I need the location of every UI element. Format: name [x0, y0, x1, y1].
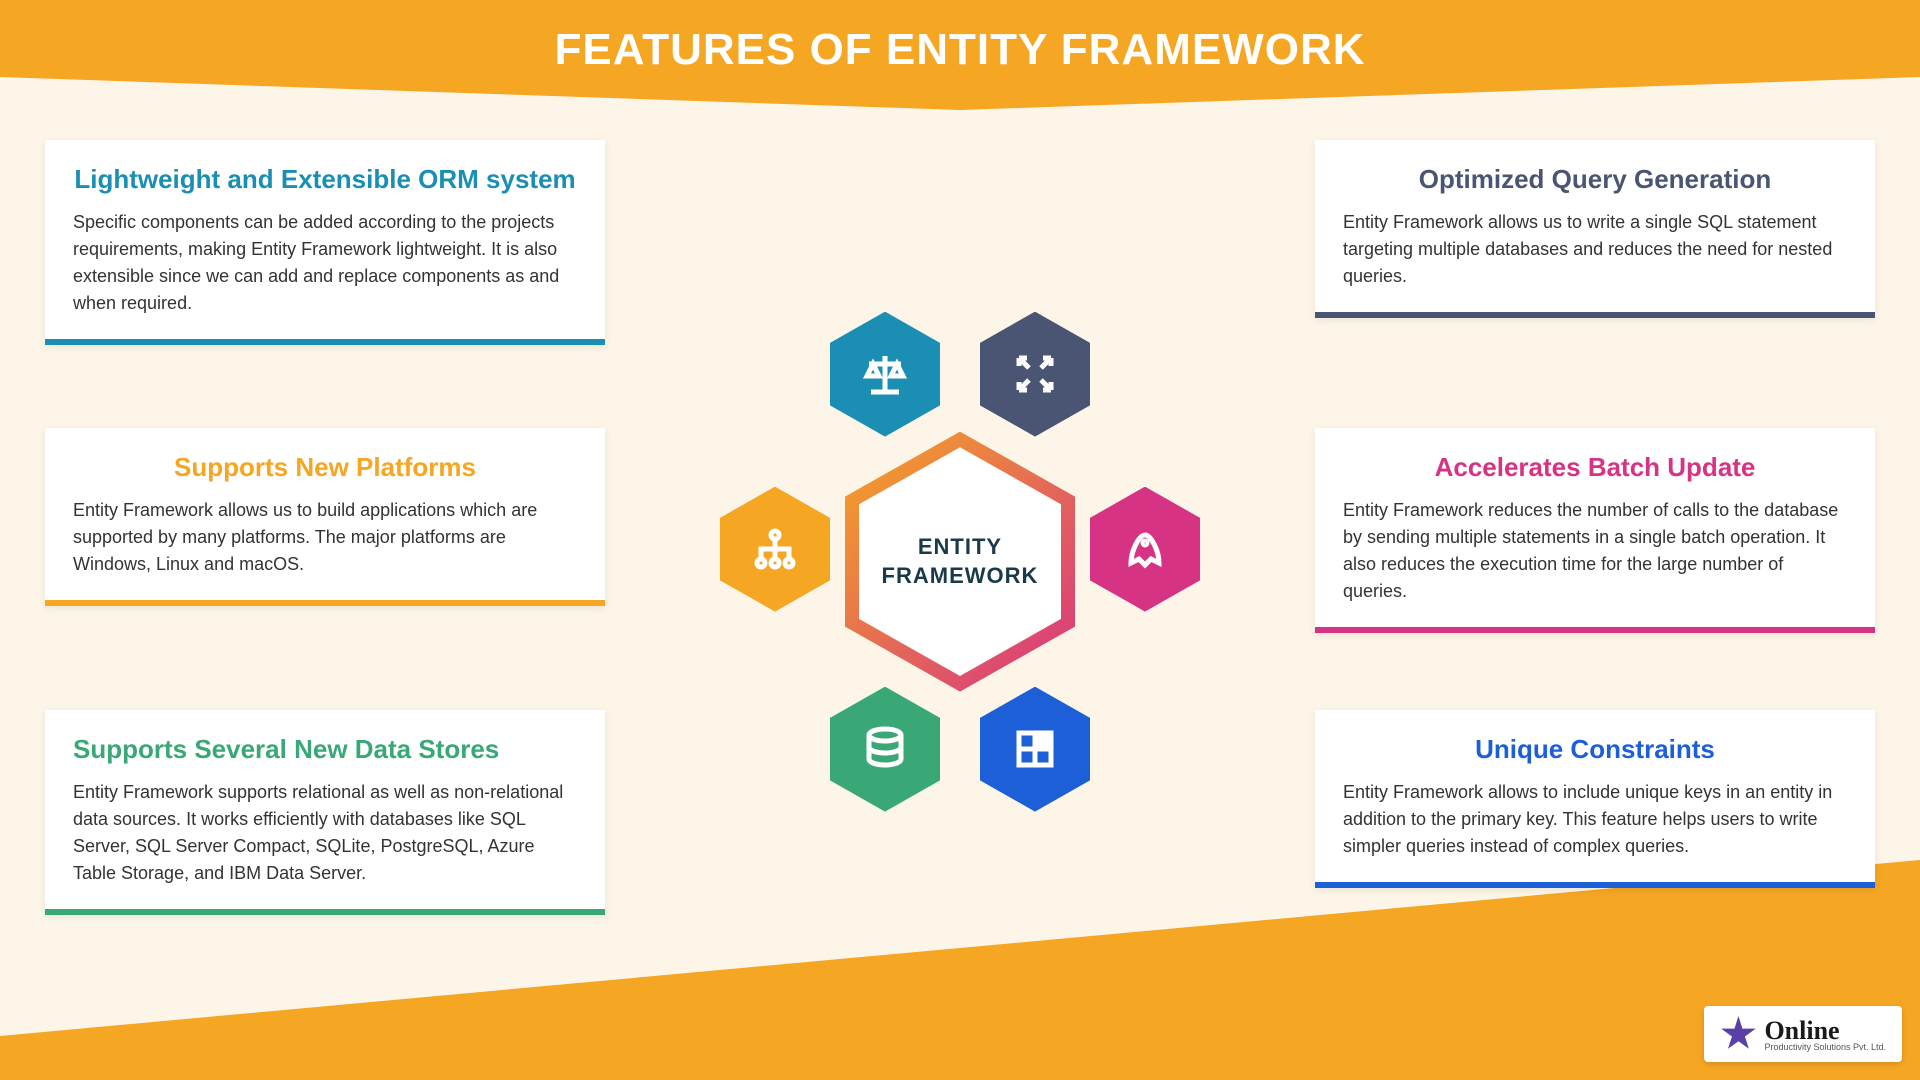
- feature-card-batch-update: Accelerates Batch Update Entity Framewor…: [1315, 428, 1875, 633]
- page-title: FEATURES OF ENTITY FRAMEWORK: [554, 25, 1365, 75]
- hex-node-platforms: [720, 487, 830, 612]
- card-body: Entity Framework allows us to build appl…: [73, 497, 577, 578]
- logo-subtitle: Productivity Solutions Pvt. Ltd.: [1764, 1042, 1886, 1052]
- hierarchy-icon: [751, 525, 799, 573]
- card-title: Optimized Query Generation: [1343, 164, 1847, 195]
- card-body: Entity Framework reduces the number of c…: [1343, 497, 1847, 605]
- card-title: Accelerates Batch Update: [1343, 452, 1847, 483]
- feature-card-unique-constraints: Unique Constraints Entity Framework allo…: [1315, 710, 1875, 888]
- hex-node-query: [980, 312, 1090, 437]
- hex-node-lightweight: [830, 312, 940, 437]
- brand-logo: Online Productivity Solutions Pvt. Ltd.: [1704, 1006, 1902, 1062]
- feature-card-query-generation: Optimized Query Generation Entity Framew…: [1315, 140, 1875, 318]
- feature-card-platforms: Supports New Platforms Entity Framework …: [45, 428, 605, 606]
- card-body: Specific components can be added accordi…: [73, 209, 577, 317]
- card-body: Entity Framework supports relational as …: [73, 779, 577, 887]
- logo-swirl-icon: [1720, 1016, 1756, 1052]
- card-body: Entity Framework allows to include uniqu…: [1343, 779, 1847, 860]
- hex-node-data-stores: [830, 687, 940, 812]
- hex-center: ENTITY FRAMEWORK: [845, 432, 1075, 692]
- header-banner: FEATURES OF ENTITY FRAMEWORK: [0, 0, 1920, 110]
- database-icon: [861, 725, 909, 773]
- card-title: Supports New Platforms: [73, 452, 577, 483]
- feature-card-data-stores: Supports Several New Data Stores Entity …: [45, 710, 605, 915]
- scales-icon: [861, 350, 909, 398]
- card-title: Lightweight and Extensible ORM system: [73, 164, 577, 195]
- card-body: Entity Framework allows us to write a si…: [1343, 209, 1847, 290]
- card-title: Supports Several New Data Stores: [73, 734, 577, 765]
- card-title: Unique Constraints: [1343, 734, 1847, 765]
- center-label: ENTITY FRAMEWORK: [859, 533, 1061, 590]
- feature-card-lightweight: Lightweight and Extensible ORM system Sp…: [45, 140, 605, 345]
- hexagon-cluster: ENTITY FRAMEWORK: [700, 302, 1220, 822]
- rocket-icon: [1121, 525, 1169, 573]
- expand-icon: [1011, 350, 1059, 398]
- hex-node-batch: [1090, 487, 1200, 612]
- logo-brand-text: Online: [1764, 1016, 1839, 1045]
- hex-node-constraints: [980, 687, 1090, 812]
- grid-icon: [1011, 725, 1059, 773]
